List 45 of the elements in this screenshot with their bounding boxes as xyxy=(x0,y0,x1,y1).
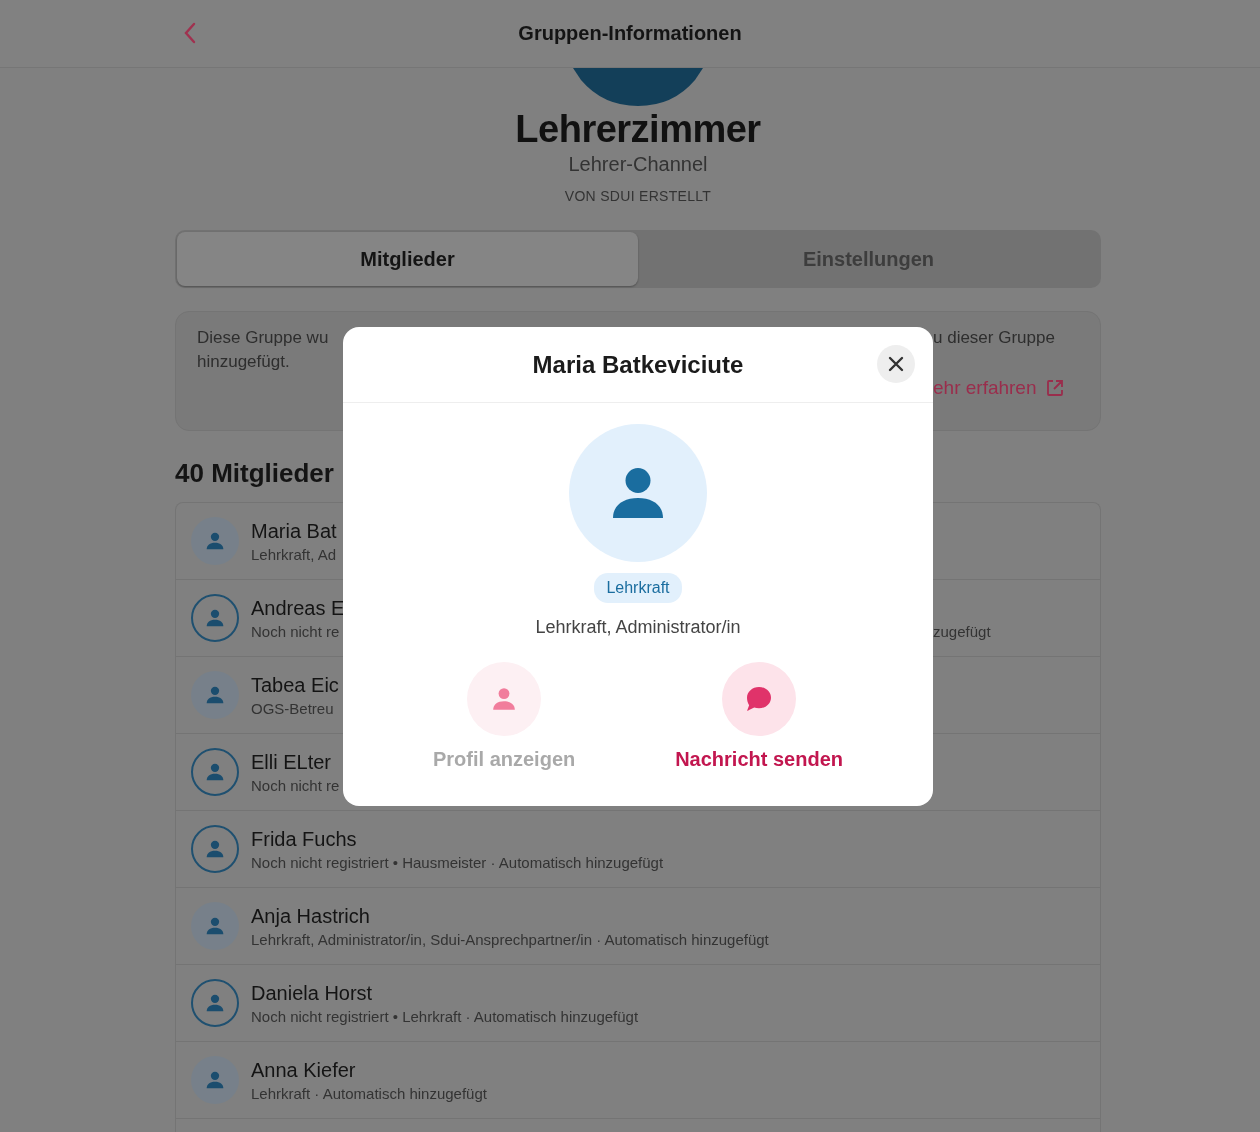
person-icon xyxy=(205,1070,225,1090)
creator-label: VON SDUI ERSTELLT xyxy=(564,188,712,204)
member-subtitle: Lehrkraft · Automatisch hinzugefügt xyxy=(251,1084,488,1102)
person-icon xyxy=(205,685,225,705)
person-icon xyxy=(205,916,225,936)
member-name: Frida Fuchs xyxy=(251,827,358,851)
dialog-title: Maria Batkeviciute xyxy=(532,350,744,379)
member-name: Maria Bat xyxy=(251,519,338,543)
external-link-icon xyxy=(1044,378,1065,398)
person-icon xyxy=(205,608,225,628)
group-name: Lehrerzimmer xyxy=(515,108,761,151)
member-name: Anna Kiefer xyxy=(251,1058,357,1082)
member-row[interactable]: Frida Fuchs Noch nicht registriert • Hausmeister · Automatisch hinzugefügt xyxy=(176,811,1100,888)
member-subtitle: zugefügt xyxy=(933,622,991,640)
role-badge: Lehrkraft xyxy=(594,573,682,603)
member-row[interactable]: Anna Kiefer Lehrkraft · Automatisch hinzugefügt xyxy=(176,1042,1100,1119)
page-title: Gruppen-Informationen xyxy=(518,22,742,45)
group-type: Lehrer-Channel xyxy=(568,153,708,176)
member-name: Andreas E xyxy=(251,596,343,620)
members-heading: 40 Mitglieder xyxy=(175,458,335,489)
roles-text: Lehrkraft, Administrator/in xyxy=(535,617,741,638)
member-row[interactable]: Daniela Horst Noch nicht registriert • Lehrkraft · Automatisch hinzugefügt xyxy=(176,965,1100,1042)
member-row[interactable]: Anja Hastrich Lehrkraft, Administrator/in, Sdui-Ansprechpartner/in · Automatisch hinzugefügt xyxy=(176,888,1100,965)
person-icon xyxy=(205,839,225,859)
member-subtitle: Noch nicht re xyxy=(251,776,341,794)
info-text: Diese Gruppe wu hinzugefügt. xyxy=(197,327,330,373)
tab[interactable]: Mitglieder xyxy=(177,232,638,286)
member-subtitle: Noch nicht re xyxy=(251,622,341,640)
member-subtitle: Noch nicht registriert • Hausmeister · Automatisch hinzugefügt xyxy=(251,853,665,871)
person-icon xyxy=(205,531,225,551)
member-subtitle: Lehrkraft, Ad xyxy=(251,545,338,563)
message-button[interactable]: Nachricht senden xyxy=(675,662,843,771)
member-name: Anja Hastrich xyxy=(251,904,371,928)
close-icon xyxy=(888,356,904,372)
member-name: Daniela Horst xyxy=(251,981,374,1005)
member-name: Tabea Eic xyxy=(251,673,340,697)
info-text: u dieser Gruppe xyxy=(933,327,1055,349)
person-icon xyxy=(205,993,225,1013)
person-icon xyxy=(491,686,518,712)
person-icon xyxy=(205,762,225,782)
close-button[interactable] xyxy=(877,345,915,383)
member-name: Elli ELter xyxy=(251,750,333,774)
member-subtitle: Lehrkraft, Administrator/in, Sdui-Ansprechpartner/in · Automatisch hinzugefügt xyxy=(251,930,770,948)
member-subtitle: Noch nicht registriert • Lehrkraft · Automatisch hinzugefügt xyxy=(251,1007,640,1025)
member-subtitle: OGS-Betreu xyxy=(251,699,335,717)
